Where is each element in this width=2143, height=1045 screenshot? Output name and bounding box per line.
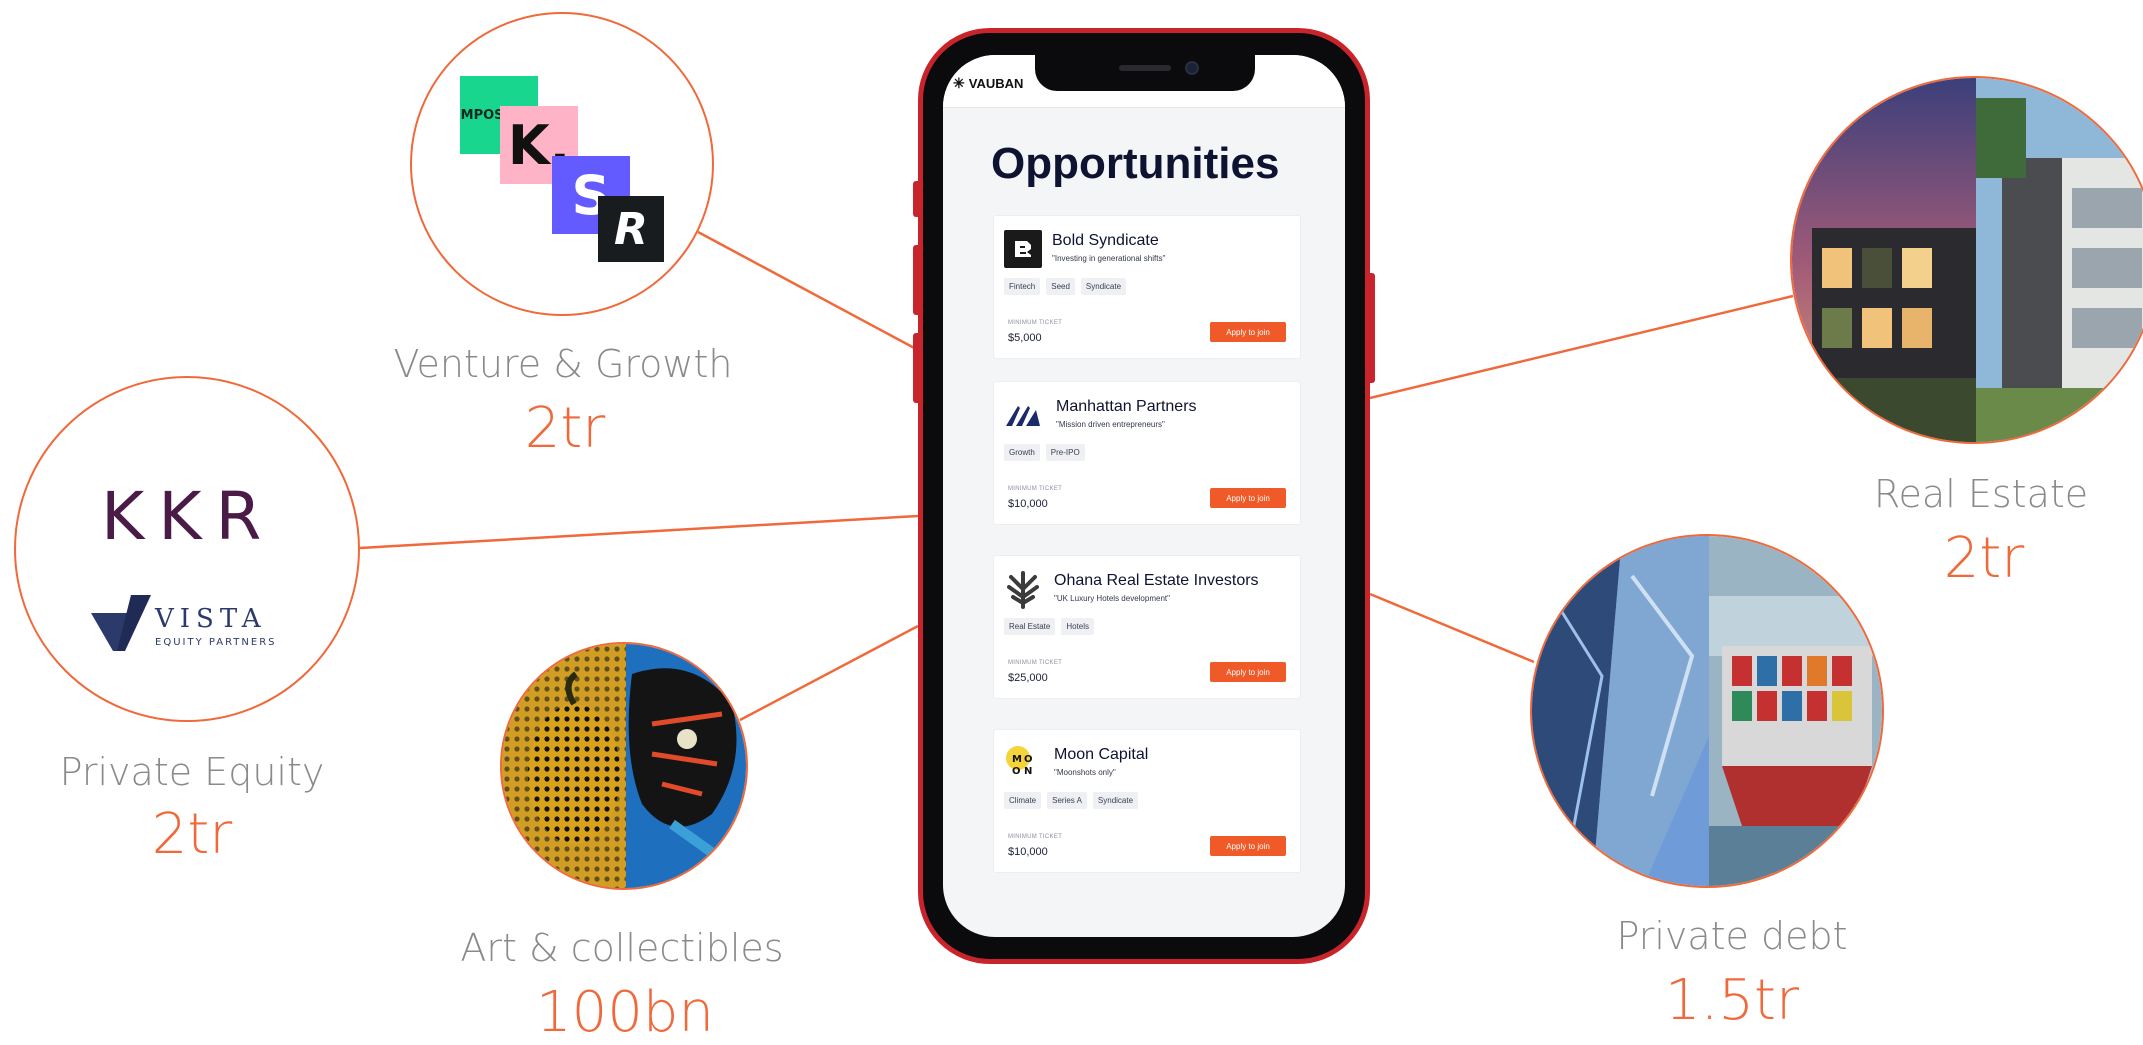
m-logo-icon bbox=[1006, 406, 1040, 426]
svg-text:O: O bbox=[1024, 754, 1033, 765]
card-tags: Climate Series A Syndicate bbox=[1004, 792, 1139, 809]
connector-private-equity bbox=[359, 514, 919, 550]
card-name: Moon Capital bbox=[1054, 746, 1149, 763]
private-debt-image bbox=[1532, 536, 1882, 886]
venture-growth-label: Venture & Growth bbox=[393, 342, 733, 386]
card-tags: Real Estate Hotels bbox=[1004, 618, 1095, 635]
private-equity-value: 2tr bbox=[151, 802, 233, 867]
page-title: Opportunities bbox=[991, 139, 1280, 188]
vauban-logo: ✳ VAUBAN bbox=[953, 75, 1023, 92]
min-ticket-value: $10,000 bbox=[1008, 846, 1048, 858]
art-collectibles-value: 100bn bbox=[536, 980, 714, 1045]
phone-notch bbox=[1035, 55, 1255, 91]
opportunity-card-moon-capital[interactable]: M O O N Moon Capital "Moonshots only" Cl… bbox=[993, 729, 1301, 873]
camera-icon bbox=[1185, 61, 1199, 75]
venture-growth-circle: IMPOSSIBLE K. S R bbox=[410, 12, 714, 316]
connector-art bbox=[739, 624, 919, 722]
vista-name: VISTA bbox=[154, 604, 267, 634]
tag: Climate bbox=[1004, 792, 1042, 809]
phone-mockup: ✳ VAUBAN Opportunities Bold Syndicate "I… bbox=[913, 28, 1375, 964]
private-debt-label: Private debt bbox=[1616, 914, 1848, 958]
tag: Hotels bbox=[1061, 618, 1095, 635]
private-debt-circle bbox=[1530, 534, 1884, 888]
svg-text:M: M bbox=[1012, 754, 1022, 765]
svg-text:N: N bbox=[1024, 766, 1032, 777]
min-ticket-value: $10,000 bbox=[1008, 498, 1048, 510]
connector-venture bbox=[697, 230, 919, 352]
card-tags: Fintech Seed Syndicate bbox=[1004, 278, 1127, 295]
card-tagline: "Moonshots only" bbox=[1054, 768, 1116, 777]
min-ticket-label: MINIMUM TICKET bbox=[1008, 320, 1063, 326]
moon-capital-logo: M O O N bbox=[1004, 744, 1042, 782]
phone-volume-down-button bbox=[913, 333, 921, 403]
tag: Growth bbox=[1004, 444, 1040, 461]
private-debt-value: 1.5tr bbox=[1664, 968, 1800, 1033]
connector-real-estate bbox=[1369, 294, 1794, 400]
card-tagline: "UK Luxury Hotels development" bbox=[1054, 594, 1170, 603]
tag: Seed bbox=[1046, 278, 1075, 295]
speaker-grille bbox=[1119, 65, 1171, 71]
phone-power-button bbox=[1367, 273, 1375, 383]
tag: Fintech bbox=[1004, 278, 1041, 295]
apply-to-join-button[interactable]: Apply to join bbox=[1210, 488, 1286, 508]
tag: Syndicate bbox=[1080, 278, 1127, 295]
phone-side-button bbox=[913, 181, 921, 217]
leaf-logo-icon bbox=[1007, 571, 1039, 609]
apply-to-join-button[interactable]: Apply to join bbox=[1210, 836, 1286, 856]
tag: Real Estate bbox=[1004, 618, 1056, 635]
svg-text:O: O bbox=[1012, 766, 1021, 777]
real-estate-label: Real Estate bbox=[1873, 472, 2089, 516]
b-logo-icon bbox=[1015, 241, 1031, 257]
art-collectibles-label: Art & collectibles bbox=[460, 926, 784, 970]
real-estate-value: 2tr bbox=[1943, 526, 2025, 591]
brand-name: VAUBAN bbox=[968, 76, 1024, 91]
min-ticket-label: MINIMUM TICKET bbox=[1008, 486, 1063, 492]
art-collage-image bbox=[502, 644, 746, 888]
card-name: Bold Syndicate bbox=[1052, 232, 1159, 249]
min-ticket-label: MINIMUM TICKET bbox=[1008, 834, 1063, 840]
moon-logo-icon: M O O N bbox=[1006, 746, 1033, 777]
min-ticket-value: $5,000 bbox=[1008, 332, 1042, 344]
revolut-logo: R bbox=[598, 196, 664, 262]
opportunity-card-manhattan-partners[interactable]: Manhattan Partners "Mission driven entre… bbox=[993, 381, 1301, 525]
art-collectibles-circle bbox=[500, 642, 748, 890]
tag: Series A bbox=[1047, 792, 1087, 809]
opportunity-card-ohana[interactable]: Ohana Real Estate Investors "UK Luxury H… bbox=[993, 555, 1301, 699]
venture-growth-value: 2tr bbox=[524, 396, 606, 461]
card-tagline: "Mission driven entrepreneurs" bbox=[1056, 420, 1165, 429]
tag: Pre-IPO bbox=[1045, 444, 1085, 461]
min-ticket-label: MINIMUM TICKET bbox=[1008, 660, 1063, 666]
private-equity-circle: KKR VISTA EQUITY PARTNERS bbox=[14, 376, 360, 722]
vista-logo: VISTA EQUITY PARTNERS bbox=[91, 595, 277, 651]
asterisk-icon: ✳ bbox=[953, 75, 965, 91]
phone-volume-up-button bbox=[913, 245, 921, 315]
apply-to-join-button[interactable]: Apply to join bbox=[1210, 662, 1286, 682]
card-tags: Growth Pre-IPO bbox=[1004, 444, 1085, 461]
real-estate-image bbox=[1792, 78, 2143, 442]
card-name: Ohana Real Estate Investors bbox=[1054, 572, 1259, 589]
min-ticket-value: $25,000 bbox=[1008, 672, 1048, 684]
opportunity-card-bold-syndicate[interactable]: Bold Syndicate "Investing in generationa… bbox=[993, 215, 1301, 359]
phone-screen: ✳ VAUBAN Opportunities Bold Syndicate "I… bbox=[943, 55, 1345, 937]
card-tagline: "Investing in generational shifts" bbox=[1052, 254, 1166, 263]
vista-subtitle: EQUITY PARTNERS bbox=[155, 637, 277, 648]
tag: Syndicate bbox=[1092, 792, 1139, 809]
real-estate-circle bbox=[1790, 76, 2143, 444]
manhattan-partners-logo bbox=[1004, 396, 1042, 434]
connector-private-debt bbox=[1369, 592, 1535, 664]
ohana-logo bbox=[1004, 570, 1042, 609]
bold-syndicate-logo bbox=[1004, 230, 1042, 268]
kkr-logo: KKR bbox=[101, 478, 276, 555]
private-equity-label: Private Equity bbox=[59, 750, 325, 794]
apply-to-join-button[interactable]: Apply to join bbox=[1210, 322, 1286, 342]
card-name: Manhattan Partners bbox=[1056, 398, 1197, 415]
